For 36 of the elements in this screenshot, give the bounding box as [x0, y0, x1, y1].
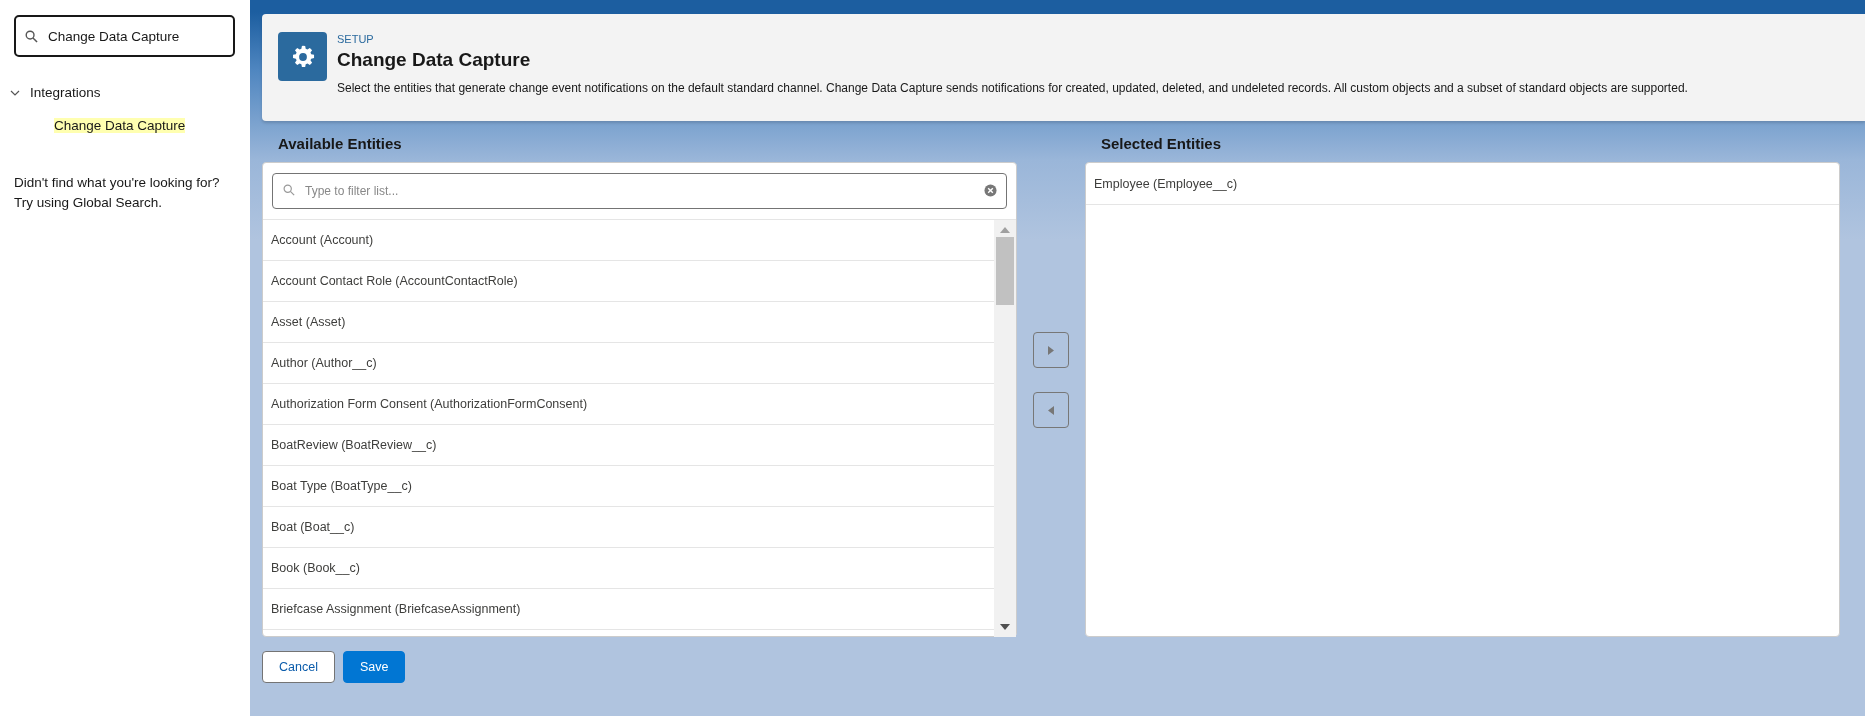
caret-right-icon	[1048, 345, 1054, 355]
section-title: Available Entities	[277, 135, 403, 154]
search-icon	[25, 30, 38, 43]
cancel-button[interactable]: Cancel	[262, 651, 335, 683]
page-description: Select the entities that generate change event notifications on the default standard channel. Change Data Capture sends notifications for created, updated, deleted, and undeleted records. All custom objects and a subset of standard objects are supported.	[337, 81, 1688, 95]
list-item[interactable]: Briefcase Assignment (BriefcaseAssignment)	[263, 589, 994, 630]
move-left-button[interactable]	[1033, 392, 1069, 428]
scroll-down-icon[interactable]	[1000, 624, 1010, 631]
help-text: Try using Global Search.	[14, 194, 164, 212]
scrollbar[interactable]	[994, 220, 1016, 637]
list-item[interactable]: BoatReview (BoatReview__c)	[263, 425, 994, 466]
move-right-button[interactable]	[1033, 332, 1069, 368]
clear-icon[interactable]	[984, 184, 997, 197]
filter-field[interactable]: Type to filter list...	[272, 173, 1007, 209]
tree-item[interactable]: Change Data Capture	[54, 118, 186, 133]
list-item[interactable]: Employee (Employee__c)	[1086, 164, 1839, 205]
list-item[interactable]: Account Contact Role (AccountContactRole)	[263, 261, 994, 302]
list-item[interactable]: Asset (Asset)	[263, 302, 994, 343]
list-item[interactable]: Authorization Form Consent (AuthorizationFormConsent)	[263, 384, 994, 425]
search-field[interactable]: Change Data Capture	[14, 15, 235, 57]
list-item[interactable]: Boat Type (BoatType__c)	[263, 466, 994, 507]
help-text: Didn't find what you're looking for?	[14, 174, 221, 192]
caret-left-icon	[1048, 405, 1054, 415]
list-item[interactable]: Author (Author__c)	[263, 343, 994, 384]
list-item[interactable]: Book (Book__c)	[263, 548, 994, 589]
gear-icon	[278, 32, 327, 81]
search-icon	[283, 184, 295, 196]
tree-item[interactable]: Integrations	[10, 85, 235, 100]
section-title: Selected Entities	[1100, 135, 1223, 154]
save-button[interactable]: Save	[342, 651, 406, 683]
list-item[interactable]: Boat (Boat__c)	[263, 507, 994, 548]
breadcrumb-link[interactable]: SETUP	[337, 33, 1688, 45]
scroll-up-icon[interactable]	[1000, 226, 1010, 233]
page-title: Change Data Capture	[337, 49, 532, 71]
list-item[interactable]: Account (Account)	[263, 220, 994, 261]
scrollbar-thumb[interactable]	[996, 237, 1014, 305]
